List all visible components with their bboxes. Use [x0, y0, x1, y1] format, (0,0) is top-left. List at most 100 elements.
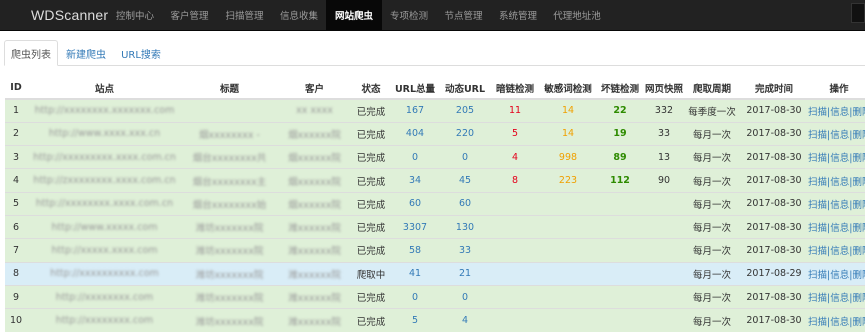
cell-title[interactable]: 潍坊xxxxxxx院 [182, 284, 277, 309]
info-link[interactable]: 信息 [830, 107, 849, 118]
cell-dynamic-url[interactable]: 4 [440, 308, 490, 332]
scan-link[interactable]: 扫描 [808, 317, 827, 328]
title-value[interactable]: 潍坊xxxxxxx院 [196, 317, 264, 328]
scan-link[interactable]: 扫描 [808, 130, 827, 141]
cell-site[interactable]: http://www.xxxxx.com [27, 214, 182, 239]
dynamic-url-value[interactable]: 45 [459, 175, 471, 186]
cell-title[interactable]: 烟xxxxxxxx - [182, 121, 277, 146]
site-value[interactable]: http://xxxxxxxx.com [56, 292, 153, 303]
cell-dynamic-url[interactable]: 33 [440, 238, 490, 263]
title-value[interactable]: 潍坊xxxxxxx院 [196, 270, 264, 281]
cell-title[interactable]: 烟台xxxxxxxx主 [182, 168, 277, 193]
cell-url-total[interactable]: 0 [390, 145, 440, 169]
site-value[interactable]: http://xxxxxxxxxx.com [50, 268, 159, 279]
cell-url-total[interactable]: 34 [390, 168, 440, 193]
title-value[interactable]: 潍坊xxxxxxx院 [196, 246, 264, 257]
cell-url-total[interactable]: 3307 [390, 214, 440, 239]
cell-dynamic-url[interactable]: 0 [440, 145, 490, 169]
delete-link[interactable]: 删除 [852, 246, 865, 257]
cell-title[interactable]: 潍坊xxxxxxx院 [182, 261, 277, 286]
dynamic-url-value[interactable]: 21 [459, 268, 471, 279]
dynamic-url-value[interactable]: 4 [462, 315, 468, 326]
cell-site[interactable]: http://xxxxxxxx.com [27, 284, 182, 309]
site-value[interactable]: http://www.xxxxx.com [52, 222, 158, 233]
tab-1[interactable]: 爬虫列表 [4, 40, 58, 66]
scan-link[interactable]: 扫描 [808, 177, 827, 188]
brand-logo[interactable]: WDScanner [0, 7, 108, 23]
url-total-value[interactable]: 0 [412, 292, 418, 303]
nav-item-3[interactable]: 扫描管理 [217, 0, 272, 31]
cell-dynamic-url[interactable]: 220 [440, 121, 490, 146]
scan-link[interactable]: 扫描 [808, 270, 827, 281]
cell-dynamic-url[interactable]: 205 [440, 98, 490, 123]
tab-2[interactable]: 新建爬虫 [58, 40, 114, 66]
title-value[interactable]: 潍坊xxxxxxx院 [196, 293, 264, 304]
site-value[interactable]: http://zxxxxxxxx.xxxx.com.cn [33, 175, 175, 186]
cell-title[interactable] [182, 98, 277, 123]
dynamic-url-value[interactable]: 130 [456, 222, 474, 233]
info-link[interactable]: 信息 [830, 270, 849, 281]
site-value[interactable]: http://xxxxxxxx.xxxxxxx.com [35, 105, 175, 116]
title-value[interactable]: 烟台xxxxxxxx共 [193, 153, 266, 164]
nav-item-9[interactable]: 代理地址池 [545, 0, 609, 31]
cell-url-total[interactable]: 167 [390, 98, 440, 123]
dynamic-url-value[interactable]: 205 [456, 105, 474, 116]
cell-site[interactable]: http://zxxxxxxxx.xxxx.com.cn [27, 168, 182, 193]
delete-link[interactable]: 删除 [852, 270, 865, 281]
nav-item-6[interactable]: 专项检测 [382, 0, 436, 31]
cell-dynamic-url[interactable]: 60 [440, 191, 490, 216]
cell-title[interactable]: 潍坊xxxxxxx院 [182, 238, 277, 263]
delete-link[interactable]: 删除 [852, 223, 865, 234]
scan-link[interactable]: 扫描 [808, 107, 827, 118]
delete-link[interactable]: 删除 [852, 153, 865, 164]
dynamic-url-value[interactable]: 60 [459, 198, 471, 209]
info-link[interactable]: 信息 [830, 293, 849, 304]
url-total-value[interactable]: 167 [406, 105, 424, 116]
site-value[interactable]: http://xxxxxxxx.xxxx.com.cn [36, 198, 173, 209]
site-value[interactable]: http://xxxxxxxx.com [56, 315, 153, 326]
scan-link[interactable]: 扫描 [808, 200, 827, 211]
cell-site[interactable]: http://xxxxxxxx.com [27, 308, 182, 332]
site-value[interactable]: http://www.xxxx.xxx.cn [49, 128, 160, 139]
info-link[interactable]: 信息 [830, 177, 849, 188]
cell-title[interactable]: 潍坊xxxxxxx院 [182, 214, 277, 239]
cell-site[interactable]: http://xxxxxxxxx.xxxx.com.cn [27, 145, 182, 169]
cell-dynamic-url[interactable]: 45 [440, 168, 490, 193]
url-total-value[interactable]: 5 [412, 315, 418, 326]
url-total-value[interactable]: 60 [409, 198, 421, 209]
cell-site[interactable]: http://xxxxxxxx.xxxxxxx.com [27, 98, 182, 123]
info-link[interactable]: 信息 [830, 200, 849, 211]
title-value[interactable]: 潍坊xxxxxxx院 [196, 223, 264, 234]
scan-link[interactable]: 扫描 [808, 246, 827, 257]
cell-site[interactable]: http://xxxxx.xxxx.com [27, 238, 182, 263]
url-total-value[interactable]: 58 [409, 245, 421, 256]
nav-item-7[interactable]: 节点管理 [436, 0, 491, 31]
scan-link[interactable]: 扫描 [808, 293, 827, 304]
cell-dynamic-url[interactable]: 0 [440, 284, 490, 309]
url-total-value[interactable]: 3307 [403, 222, 427, 233]
cell-title[interactable]: 烟台xxxxxxxx始 [182, 191, 277, 216]
nav-item-5[interactable]: 网站爬虫 [326, 0, 382, 31]
delete-link[interactable]: 删除 [852, 200, 865, 211]
cell-title[interactable]: 潍坊xxxxxxx院 [182, 308, 277, 332]
info-link[interactable]: 信息 [830, 246, 849, 257]
info-link[interactable]: 信息 [830, 317, 849, 328]
navbar-menu-toggle[interactable] [851, 3, 865, 23]
title-value[interactable]: 烟台xxxxxxxx始 [193, 200, 266, 211]
info-link[interactable]: 信息 [830, 130, 849, 141]
cell-url-total[interactable]: 0 [390, 284, 440, 309]
site-value[interactable]: http://xxxxxxxxx.xxxx.com.cn [33, 152, 176, 163]
cell-url-total[interactable]: 5 [390, 308, 440, 332]
url-total-value[interactable]: 41 [409, 268, 421, 279]
nav-item-1[interactable]: 控制中心 [108, 0, 162, 31]
cell-site[interactable]: http://www.xxxx.xxx.cn [27, 121, 182, 146]
dynamic-url-value[interactable]: 33 [459, 245, 471, 256]
cell-url-total[interactable]: 404 [390, 121, 440, 146]
url-total-value[interactable]: 34 [409, 175, 421, 186]
dynamic-url-value[interactable]: 0 [462, 152, 468, 163]
info-link[interactable]: 信息 [830, 153, 849, 164]
tab-3[interactable]: URL搜索 [114, 40, 168, 66]
delete-link[interactable]: 删除 [852, 130, 865, 141]
cell-url-total[interactable]: 60 [390, 191, 440, 216]
cell-dynamic-url[interactable]: 21 [440, 261, 490, 286]
